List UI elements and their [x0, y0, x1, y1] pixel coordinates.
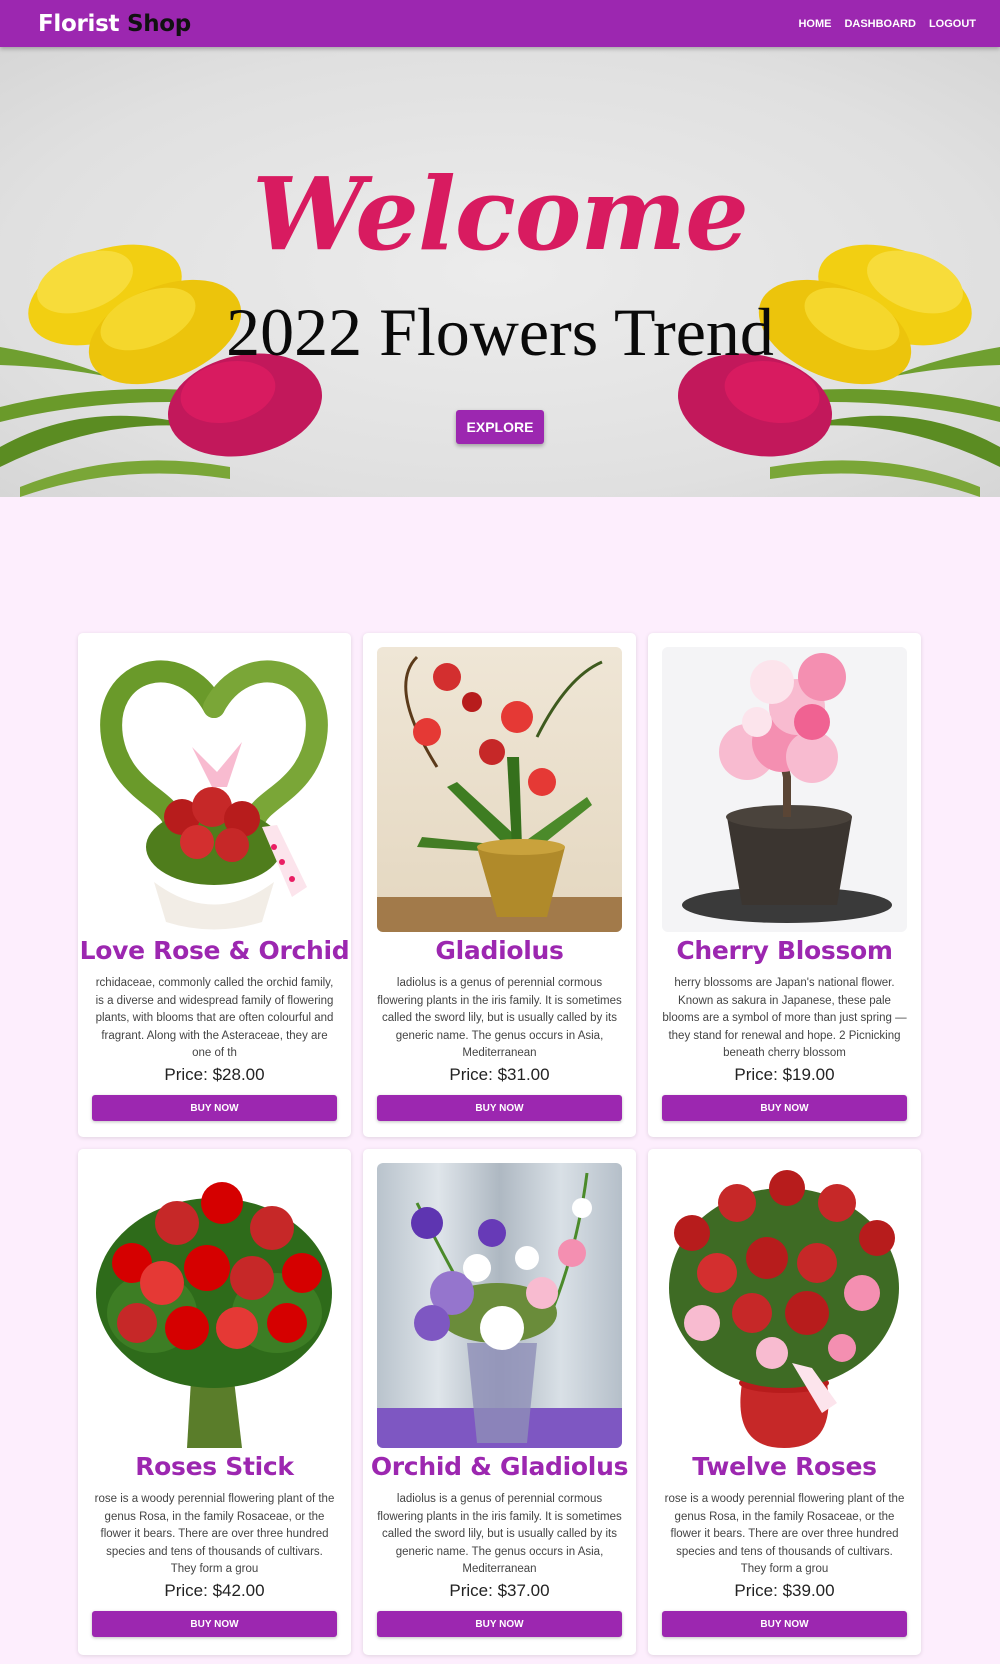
product-price: Price: $28.00 — [164, 1065, 265, 1084]
buy-now-button[interactable]: BUY NOW — [662, 1611, 907, 1637]
product-title: Orchid & Gladiolus — [370, 1452, 629, 1481]
hero-headline: 2022 Flowers Trend — [226, 294, 774, 370]
product-card: Roses Stick rose is a woody perennial fl… — [78, 1149, 351, 1655]
product-title: Roses Stick — [135, 1452, 294, 1481]
product-description: rose is a woody perennial flowering plan… — [94, 1493, 335, 1575]
buy-now-button[interactable]: BUY NOW — [92, 1095, 337, 1121]
product-description: ladiolus is a genus of perennial cormous… — [377, 977, 622, 1059]
rose-bouquet-icon — [96, 1182, 332, 1448]
product-price: Price: $31.00 — [449, 1065, 550, 1084]
top-navbar: Florist Shop HOME DASHBOARD LOGOUT — [0, 0, 1000, 47]
product-card: Cherry Blossom herry blossoms are Japan'… — [648, 633, 921, 1137]
product-price: Price: $19.00 — [734, 1065, 835, 1084]
product-description: ladiolus is a genus of perennial cormous… — [377, 1493, 622, 1575]
product-title: Gladiolus — [435, 936, 564, 965]
vase-mixed-flowers-icon — [377, 1172, 622, 1448]
product-price: Price: $39.00 — [734, 1581, 835, 1600]
product-description: rchidaceae, commonly called the orchid f… — [95, 977, 334, 1059]
buy-now-button[interactable]: BUY NOW — [377, 1611, 622, 1637]
red-vase-roses-icon — [669, 1170, 899, 1448]
product-card: Orchid & Gladiolus ladiolus is a genus o… — [363, 1149, 636, 1655]
buy-now-button[interactable]: BUY NOW — [92, 1611, 337, 1637]
product-image[interactable] — [377, 1163, 622, 1448]
product-image[interactable] — [92, 1163, 337, 1448]
product-image[interactable] — [92, 647, 337, 932]
nav-logout-link[interactable]: LOGOUT — [929, 18, 976, 30]
product-image[interactable] — [662, 1163, 907, 1448]
buy-now-button[interactable]: BUY NOW — [662, 1095, 907, 1121]
brand-name-shop: Shop — [126, 10, 191, 37]
product-title: Love Rose & Orchid — [79, 936, 350, 965]
product-card: Twelve Roses rose is a woody perennial f… — [648, 1149, 921, 1655]
product-image[interactable] — [377, 647, 622, 932]
nav-home-link[interactable]: HOME — [798, 18, 831, 30]
bonsai-blossom-icon — [682, 653, 892, 923]
nav-links: HOME DASHBOARD LOGOUT — [798, 18, 976, 30]
product-title: Cherry Blossom — [676, 936, 893, 965]
product-card: Love Rose & Orchid rchidaceae, commonly … — [78, 633, 351, 1137]
heart-bouquet-icon — [100, 660, 328, 930]
product-price: Price: $37.00 — [449, 1581, 550, 1600]
product-card: Gladiolus ladiolus is a genus of perenni… — [363, 633, 636, 1137]
buy-now-button[interactable]: BUY NOW — [377, 1095, 622, 1121]
product-title: Twelve Roses — [692, 1452, 877, 1481]
explore-button[interactable]: EXPLORE — [456, 410, 544, 444]
brand-logo[interactable]: Florist Shop — [38, 11, 191, 37]
hero-welcome-text: Welcome — [252, 155, 749, 273]
nav-dashboard-link[interactable]: DASHBOARD — [844, 18, 916, 30]
product-description: rose is a woody perennial flowering plan… — [664, 1493, 905, 1575]
brand-name-florist: Florist — [38, 10, 120, 37]
product-price: Price: $42.00 — [164, 1581, 265, 1600]
product-description: herry blossoms are Japan's national flow… — [662, 977, 907, 1059]
potted-orchid-icon — [377, 655, 622, 932]
hero-banner: Welcome 2022 Flowers Trend EXPLORE — [0, 47, 1000, 497]
product-image[interactable] — [662, 647, 907, 932]
